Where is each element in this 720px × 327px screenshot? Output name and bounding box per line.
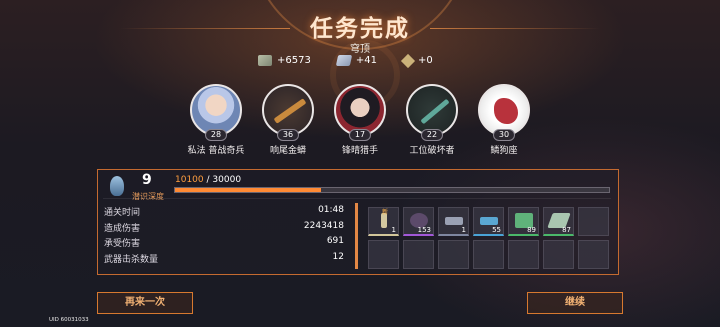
mission-complete-title: 任务完成 xyxy=(310,16,410,42)
bullet-icon xyxy=(480,217,498,225)
stat-label: 武器击杀数量 xyxy=(104,254,159,265)
stat-label: 承受伤害 xyxy=(104,239,141,249)
stat-value: 2243418 xyxy=(303,220,344,231)
stat-value: 12 xyxy=(332,251,344,262)
level-badge: 28 xyxy=(204,129,228,141)
divider xyxy=(103,198,611,199)
panel-divider xyxy=(355,203,358,269)
party-member[interactable]: 30 鳞狗座 xyxy=(468,84,540,156)
stat-row: 通关时间 01:48 xyxy=(104,205,344,221)
stat-value: 691 xyxy=(326,236,344,246)
stat-row: 承受伤害 691 xyxy=(104,236,344,252)
continue-button[interactable]: 继续 xyxy=(527,292,623,314)
empty-slot xyxy=(403,240,434,269)
party-row: 28 私法 普战奇兵 36 响尾金蟒 17 锋晴猎手 22 工位破坏者 30 鳞… xyxy=(180,84,540,156)
party-member[interactable]: 36 响尾金蟒 xyxy=(252,84,324,156)
depth-progress-text: 10100 / 30000 xyxy=(175,175,241,185)
crystal-icon xyxy=(400,53,416,68)
level-badge: 30 xyxy=(492,129,516,141)
drop-slot[interactable]: 153 xyxy=(403,207,434,236)
cash-icon xyxy=(258,55,272,66)
empty-slot xyxy=(368,240,399,269)
progress-current: 10100 xyxy=(175,175,204,185)
level-badge: 17 xyxy=(348,129,372,141)
progress-max: / 30000 xyxy=(206,175,242,185)
empty-slot xyxy=(438,240,469,269)
member-name: 锋晴猎手 xyxy=(341,146,378,156)
party-member[interactable]: 28 私法 普战奇兵 xyxy=(180,84,252,156)
member-name: 私法 普战奇兵 xyxy=(187,146,245,156)
empty-slot xyxy=(473,240,504,269)
reward-crystal: +0 xyxy=(400,53,433,68)
party-member[interactable]: 22 工位破坏者 xyxy=(396,84,468,156)
drop-slot[interactable]: 55 xyxy=(473,207,504,236)
member-name: 鳞狗座 xyxy=(490,146,518,156)
reward-row: +6573 +41 +0 xyxy=(258,53,433,68)
drop-slot[interactable]: 89 xyxy=(508,207,539,236)
depth-indicator: 9 潜识深度 xyxy=(110,172,165,201)
new-badge: 新 xyxy=(382,209,389,216)
drop-count: 1 xyxy=(461,226,466,234)
drop-icon xyxy=(110,176,124,196)
level-badge: 22 xyxy=(420,129,444,141)
empty-slot xyxy=(543,240,574,269)
drop-count: 87 xyxy=(562,226,571,234)
location-name: 穹顶 xyxy=(350,44,370,55)
level-badge: 36 xyxy=(276,129,300,141)
stats-list: 通关时间 01:48 造成伤害 2243418 承受伤害 691 武器击杀数量 … xyxy=(104,205,344,267)
drop-grid: 新 1 153 1 55 89 87 xyxy=(368,207,609,269)
reward-cash: +6573 xyxy=(258,55,311,66)
depth-progress-bar xyxy=(174,187,610,193)
stat-value: 01:48 xyxy=(318,205,344,215)
drop-count: 55 xyxy=(492,226,501,234)
drop-slot[interactable]: 新 1 xyxy=(368,207,399,236)
reward-value: +0 xyxy=(417,55,433,66)
party-member[interactable]: 17 锋晴猎手 xyxy=(324,84,396,156)
drop-count: 1 xyxy=(391,226,396,234)
stat-label: 造成伤害 xyxy=(104,223,141,234)
empty-slot xyxy=(508,240,539,269)
empty-slot xyxy=(578,207,609,236)
drop-slot[interactable]: 1 xyxy=(438,207,469,236)
drop-slot[interactable]: 87 xyxy=(543,207,574,236)
member-name: 响尾金蟒 xyxy=(269,146,306,156)
stat-row: 武器击杀数量 12 xyxy=(104,252,344,268)
drop-count: 89 xyxy=(527,226,536,234)
reward-alloy: +41 xyxy=(335,55,377,66)
retry-button[interactable]: 再来一次 xyxy=(97,292,193,314)
reward-value: +6573 xyxy=(277,55,311,66)
reward-value: +41 xyxy=(355,55,377,66)
stat-label: 通关时间 xyxy=(104,208,141,218)
pistol-icon xyxy=(445,217,463,225)
drop-count: 153 xyxy=(417,226,431,234)
progress-fill xyxy=(175,188,322,192)
depth-label: 潜识深度 xyxy=(132,192,164,201)
uid-label: UID 60031033 xyxy=(49,317,89,323)
depth-level: 9 xyxy=(142,172,152,188)
member-name: 工位破坏者 xyxy=(409,146,455,156)
stat-row: 造成伤害 2243418 xyxy=(104,221,344,237)
empty-slot xyxy=(578,240,609,269)
alloy-bar-icon xyxy=(335,55,352,66)
